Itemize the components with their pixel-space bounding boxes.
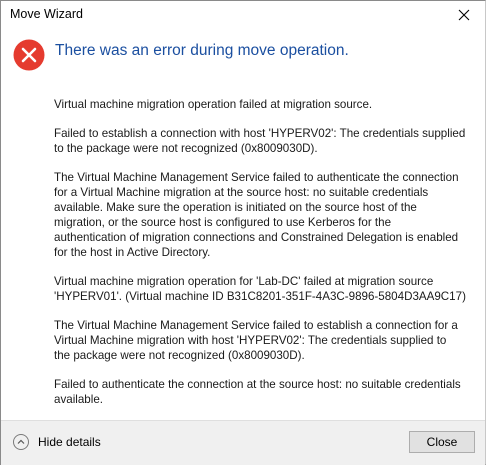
message-connection-failed: Failed to establish a connection with ho…: [54, 127, 466, 155]
message-no-credentials: Failed to authenticate the connection at…: [54, 378, 461, 406]
message-service-connection-failed: The Virtual Machine Management Service f…: [54, 319, 458, 362]
close-button[interactable]: Close: [409, 431, 475, 453]
hide-details-label[interactable]: Hide details: [38, 435, 101, 449]
error-icon: [13, 39, 45, 71]
error-heading: There was an error during move operation…: [55, 42, 349, 59]
dialog-footer: Hide details Close: [1, 420, 485, 465]
error-details: Virtual machine migration operation fail…: [54, 97, 476, 421]
message-authentication-failed: The Virtual Machine Management Service f…: [54, 171, 459, 259]
title-bar: Move Wizard: [1, 1, 485, 29]
hide-details-toggle[interactable]: Hide details: [13, 432, 101, 452]
chevron-up-icon[interactable]: [13, 434, 29, 450]
window-title: Move Wizard: [10, 7, 83, 21]
close-icon[interactable]: [447, 1, 481, 29]
move-wizard-dialog: Move Wizard There was an error during mo…: [0, 0, 486, 465]
message-vm-operation-failed: Virtual machine migration operation for …: [54, 275, 466, 303]
message-migration-failed: Virtual machine migration operation fail…: [54, 98, 373, 111]
